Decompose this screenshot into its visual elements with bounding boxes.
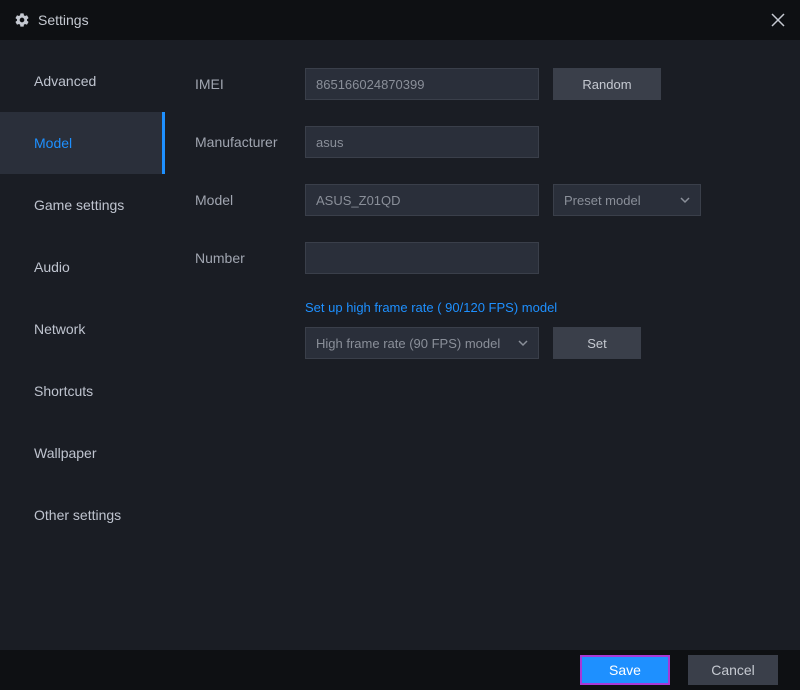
manufacturer-input[interactable]	[305, 126, 539, 158]
model-input[interactable]	[305, 184, 539, 216]
frame-rate-dropdown-label: High frame rate (90 FPS) model	[316, 336, 500, 351]
sidebar-item-label: Shortcuts	[34, 383, 93, 399]
random-button[interactable]: Random	[553, 68, 661, 100]
titlebar: Settings	[0, 0, 800, 40]
model-row: Model Preset model	[195, 184, 770, 216]
manufacturer-label: Manufacturer	[195, 134, 305, 150]
sidebar-item-label: Other settings	[34, 507, 121, 523]
number-row: Number	[195, 242, 770, 274]
sidebar-item-label: Advanced	[34, 73, 96, 89]
frame-rate-row: High frame rate (90 FPS) model Set	[305, 327, 770, 359]
frame-rate-link[interactable]: Set up high frame rate ( 90/120 FPS) mod…	[305, 300, 770, 315]
sidebar-item-label: Model	[34, 135, 72, 151]
frame-rate-dropdown[interactable]: High frame rate (90 FPS) model	[305, 327, 539, 359]
close-button[interactable]	[770, 12, 786, 28]
sidebar-item-game-settings[interactable]: Game settings	[0, 174, 165, 236]
cancel-button[interactable]: Cancel	[688, 655, 778, 685]
random-button-label: Random	[582, 77, 631, 92]
cancel-button-label: Cancel	[711, 662, 755, 678]
sidebar-item-network[interactable]: Network	[0, 298, 165, 360]
sidebar-item-label: Audio	[34, 259, 70, 275]
main-area: Advanced Model Game settings Audio Netwo…	[0, 40, 800, 650]
set-button-label: Set	[587, 336, 607, 351]
chevron-down-icon	[518, 336, 528, 351]
imei-label: IMEI	[195, 76, 305, 92]
chevron-down-icon	[680, 193, 690, 208]
content-panel: IMEI Random Manufacturer Model Preset mo…	[165, 40, 800, 650]
preset-model-label: Preset model	[564, 193, 641, 208]
settings-icon	[14, 12, 30, 28]
manufacturer-row: Manufacturer	[195, 126, 770, 158]
save-button-label: Save	[609, 662, 641, 678]
sidebar-item-advanced[interactable]: Advanced	[0, 50, 165, 112]
save-button[interactable]: Save	[580, 655, 670, 685]
sidebar-item-label: Wallpaper	[34, 445, 97, 461]
imei-input[interactable]	[305, 68, 539, 100]
sidebar-item-model[interactable]: Model	[0, 112, 165, 174]
imei-row: IMEI Random	[195, 68, 770, 100]
sidebar-item-wallpaper[interactable]: Wallpaper	[0, 422, 165, 484]
window-title: Settings	[38, 12, 89, 28]
model-label: Model	[195, 192, 305, 208]
preset-model-dropdown[interactable]: Preset model	[553, 184, 701, 216]
number-input[interactable]	[305, 242, 539, 274]
sidebar-item-label: Game settings	[34, 197, 124, 213]
number-label: Number	[195, 250, 305, 266]
sidebar-item-shortcuts[interactable]: Shortcuts	[0, 360, 165, 422]
sidebar: Advanced Model Game settings Audio Netwo…	[0, 40, 165, 650]
sidebar-item-label: Network	[34, 321, 85, 337]
set-button[interactable]: Set	[553, 327, 641, 359]
sidebar-item-other-settings[interactable]: Other settings	[0, 484, 165, 546]
sidebar-item-audio[interactable]: Audio	[0, 236, 165, 298]
footer: Save Cancel	[0, 650, 800, 690]
